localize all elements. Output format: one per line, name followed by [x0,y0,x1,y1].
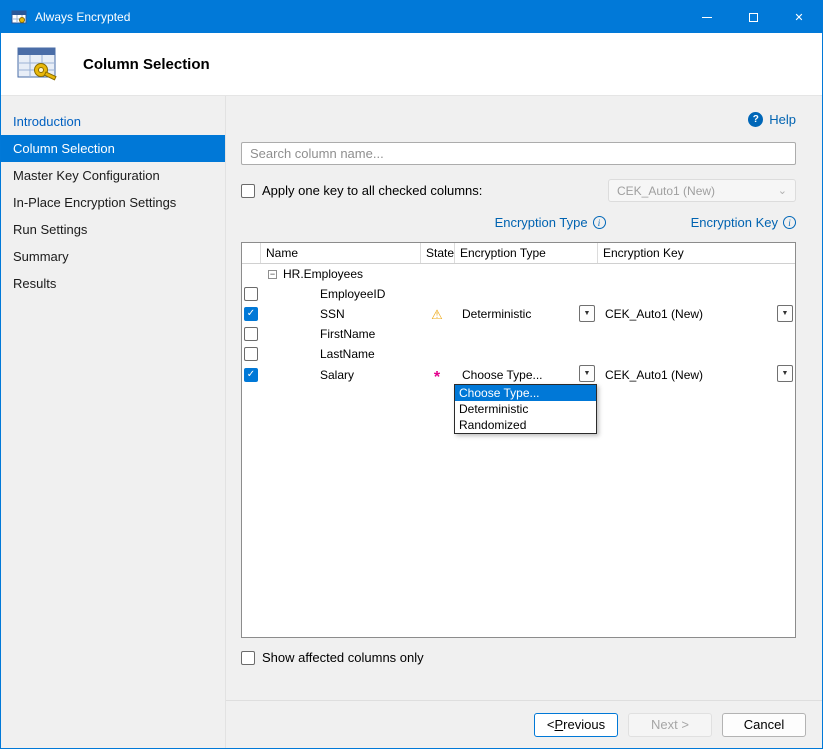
always-encrypted-window: Always Encrypted ✕ Column Selection [0,0,823,749]
dropdown-arrow-icon[interactable]: ▼ [579,365,595,382]
ssn-encryption-key-value: CEK_Auto1 (New) [605,307,703,321]
encryption-key-link[interactable]: Encryption Key [691,215,778,230]
search-column-input[interactable] [241,142,796,165]
lastname-checkbox[interactable] [244,347,258,361]
sidebar-item-master-key-configuration[interactable]: Master Key Configuration [1,162,225,189]
wizard-header: Column Selection [1,33,822,96]
column-selection-panel: ? Help Apply one key to all checked colu… [226,96,822,700]
header-encryption-key: Encryption Key [597,243,795,263]
salary-checkbox[interactable]: ✓ [244,368,258,382]
sidebar-item-column-selection[interactable]: Column Selection [1,135,225,162]
group-label: HR.Employees [283,267,363,281]
table-row-employeeid[interactable]: EmployeeID [242,284,795,304]
table-row-firstname[interactable]: FirstName [242,324,795,344]
minimize-icon [702,17,712,18]
dropdown-option-choose-type[interactable]: Choose Type... [455,385,596,401]
sidebar-item-run-settings[interactable]: Run Settings [1,216,225,243]
previous-label-rest: revious [563,717,605,732]
encryption-type-link[interactable]: Encryption Type [495,215,588,230]
dropdown-option-deterministic[interactable]: Deterministic [455,401,596,417]
close-icon: ✕ [794,11,803,24]
salary-encryption-key-select[interactable]: CEK_Auto1 (New) ▼ [597,364,795,386]
sidebar-item-introduction[interactable]: Introduction [1,108,225,135]
header-name: Name [260,243,420,263]
cancel-button[interactable]: Cancel [722,713,806,737]
header-checkbox-column [242,243,260,263]
ssn-encryption-type-select[interactable]: Deterministic ▼ [454,304,597,324]
salary-encryption-type-value: Choose Type... [462,368,543,382]
table-row-ssn[interactable]: ✓ SSN ⚠ Deterministic ▼ CEK_Auto1 (New) … [242,304,795,324]
dropdown-arrow-icon[interactable]: ▼ [777,305,793,322]
sidebar-item-in-place-encryption-settings[interactable]: In-Place Encryption Settings [1,189,225,216]
encryption-type-dropdown-list: Choose Type... Deterministic Randomized [454,384,597,434]
column-name: EmployeeID [320,287,385,301]
sidebar-item-summary[interactable]: Summary [1,243,225,270]
header-state: State [420,243,454,263]
previous-label-prefix: < [547,717,555,732]
app-icon [11,9,27,25]
ssn-checkbox[interactable]: ✓ [244,307,258,321]
header-encryption-type: Encryption Type [454,243,597,263]
dropdown-arrow-icon[interactable]: ▼ [579,305,595,322]
chevron-down-icon: ⌄ [778,184,787,197]
dropdown-option-randomized[interactable]: Randomized [455,417,596,433]
show-affected-columns-label: Show affected columns only [262,650,424,665]
close-button[interactable]: ✕ [776,1,822,33]
show-affected-columns-checkbox[interactable] [241,651,255,665]
column-name: LastName [320,347,375,361]
help-icon: ? [748,112,763,127]
previous-label-mnemonic: P [555,717,564,732]
table-row-salary[interactable]: ✓ Salary * Choose Type... ▼ CEK_Auto1 (N… [242,364,795,384]
minimize-button[interactable] [684,1,730,33]
columns-grid-header: Name State Encryption Type Encryption Ke… [242,243,795,264]
help-link[interactable]: Help [769,112,796,127]
collapse-expander-icon[interactable]: − [268,270,277,279]
column-selection-icon [15,43,61,85]
ssn-encryption-type-value: Deterministic [462,307,531,321]
salary-encryption-key-value: CEK_Auto1 (New) [605,368,703,382]
columns-grid: Name State Encryption Type Encryption Ke… [241,242,796,638]
page-title: Column Selection [83,56,210,73]
previous-button[interactable]: < Previous [534,713,618,737]
column-name: Salary [320,368,354,382]
next-button[interactable]: Next > [628,713,712,737]
apply-one-key-checkbox[interactable] [241,184,255,198]
firstname-checkbox[interactable] [244,327,258,341]
warning-icon: ⚠ [431,308,443,321]
apply-key-selected-value: CEK_Auto1 (New) [617,184,715,198]
table-row-group[interactable]: − HR.Employees [242,264,795,284]
required-icon: * [434,370,440,386]
table-row-lastname[interactable]: LastName [242,344,795,364]
ssn-encryption-key-select[interactable]: CEK_Auto1 (New) ▼ [597,304,795,324]
apply-key-select[interactable]: CEK_Auto1 (New) ⌄ [608,179,796,202]
window-controls: ✕ [684,1,822,33]
titlebar: Always Encrypted ✕ [1,1,822,33]
salary-encryption-type-select[interactable]: Choose Type... ▼ [454,364,597,386]
maximize-button[interactable] [730,1,776,33]
window-title: Always Encrypted [35,10,130,24]
column-name: SSN [320,307,345,321]
sidebar-item-results[interactable]: Results [1,270,225,297]
wizard-footer: < Previous Next > Cancel [226,700,822,748]
apply-one-key-label: Apply one key to all checked columns: [262,183,482,198]
dropdown-arrow-icon[interactable]: ▼ [777,365,793,382]
employeeid-checkbox[interactable] [244,287,258,301]
wizard-steps-sidebar: Introduction Column Selection Master Key… [1,96,226,748]
maximize-icon [749,13,758,22]
encryption-type-info-icon[interactable]: i [593,216,606,229]
column-name: FirstName [320,327,375,341]
encryption-key-info-icon[interactable]: i [783,216,796,229]
